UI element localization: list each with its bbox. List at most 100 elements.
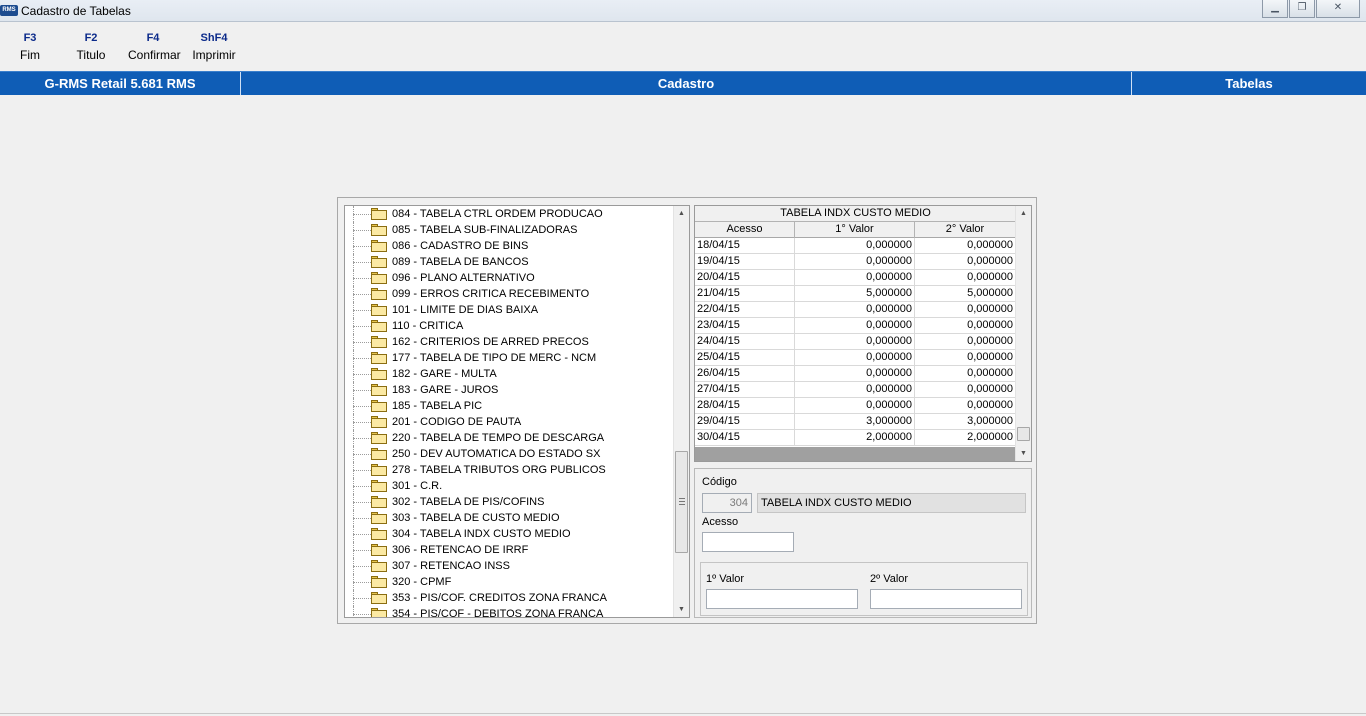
folder-icon [371,272,387,284]
table-row[interactable]: 24/04/15 0,000000 0,000000 [695,334,1016,350]
valor1-field[interactable] [706,589,858,609]
tree-item[interactable]: 086 - CADASTRO DE BINS [345,238,675,254]
scroll-up-icon[interactable]: ▲ [674,206,689,221]
restore-icon[interactable]: ❐ [1289,0,1315,18]
tree-item[interactable]: 085 - TABELA SUB-FINALIZADORAS [345,222,675,238]
scroll-down-icon[interactable]: ▼ [674,602,689,617]
table-row[interactable]: 19/04/15 0,000000 0,000000 [695,254,1016,270]
tree-item[interactable]: 320 - CPMF [345,574,675,590]
tree-item[interactable]: 096 - PLANO ALTERNATIVO [345,270,675,286]
cell-valor2: 0,000000 [915,270,1016,286]
tree-item[interactable]: 301 - C.R. [345,478,675,494]
tree-item[interactable]: 099 - ERROS CRITICA RECEBIMENTO [345,286,675,302]
tree-item-label: 301 - C.R. [392,480,443,492]
tree-item[interactable]: 084 - TABELA CTRL ORDEM PRODUCAO [345,206,675,222]
cell-valor1: 0,000000 [795,238,915,254]
grid-scrollbar[interactable]: ▲ ▼ [1015,206,1031,461]
folder-icon [371,208,387,220]
tree-item-label: 304 - TABELA INDX CUSTO MEDIO [392,528,571,540]
cell-acesso: 19/04/15 [695,254,795,270]
tree-item[interactable]: 250 - DEV AUTOMATICA DO ESTADO SX [345,446,675,462]
table-row[interactable]: 21/04/15 5,000000 5,000000 [695,286,1016,302]
fkey-titulo-button[interactable]: F2 Titulo [60,30,122,68]
edit-form: Código 304 TABELA INDX CUSTO MEDIO Acess… [694,468,1032,618]
tree-item[interactable]: 354 - PIS/COF - DEBITOS ZONA FRANCA [345,606,675,617]
tree-item[interactable]: 302 - TABELA DE PIS/COFINS [345,494,675,510]
cell-valor1: 3,000000 [795,414,915,430]
cell-acesso: 28/04/15 [695,398,795,414]
column-header-valor2[interactable]: 2° Valor [915,222,1016,238]
tree-item-label: 307 - RETENCAO INSS [392,560,510,572]
tree-item[interactable]: 089 - TABELA DE BANCOS [345,254,675,270]
fkey-fim-button[interactable]: F3 Fim [0,30,60,68]
tree-item[interactable]: 162 - CRITERIOS DE ARRED PRECOS [345,334,675,350]
fkey-confirmar-button[interactable]: F4 Confirmar [122,30,184,68]
table-row[interactable]: 22/04/15 0,000000 0,000000 [695,302,1016,318]
table-row[interactable]: 23/04/15 0,000000 0,000000 [695,318,1016,334]
table-row[interactable]: 29/04/15 3,000000 3,000000 [695,414,1016,430]
folder-icon [371,464,387,476]
tree-item[interactable]: 177 - TABELA DE TIPO DE MERC - NCM [345,350,675,366]
grid-title: TABELA INDX CUSTO MEDIO [695,206,1016,222]
valor2-field[interactable] [870,589,1022,609]
tree-item-label: 320 - CPMF [392,576,452,588]
cell-valor1: 0,000000 [795,270,915,286]
tables-tree[interactable]: 084 - TABELA CTRL ORDEM PRODUCAO 085 - TA… [344,205,690,618]
table-row[interactable]: 28/04/15 0,000000 0,000000 [695,398,1016,414]
fkey-label: Confirmar [128,48,181,62]
table-row[interactable]: 30/04/15 2,000000 2,000000 [695,430,1016,446]
folder-icon [371,224,387,236]
tree-scrollbar[interactable]: ▲ ▼ [673,206,689,617]
codigo-label: Código [702,476,737,488]
fkey-label: Fim [20,48,40,62]
tree-item[interactable]: 183 - GARE - JUROS [345,382,675,398]
scroll-down-icon[interactable]: ▼ [1016,446,1031,461]
folder-icon [371,576,387,588]
folder-icon [371,448,387,460]
tree-item[interactable]: 304 - TABELA INDX CUSTO MEDIO [345,526,675,542]
table-row[interactable]: 20/04/15 0,000000 0,000000 [695,270,1016,286]
column-header-valor1[interactable]: 1° Valor [795,222,915,238]
table-row[interactable]: 27/04/15 0,000000 0,000000 [695,382,1016,398]
scroll-up-icon[interactable]: ▲ [1016,206,1031,221]
codigo-field[interactable]: 304 [702,493,752,513]
tree-item-label: 086 - CADASTRO DE BINS [392,240,529,252]
column-header-acesso[interactable]: Acesso [695,222,795,238]
grid-header: Acesso 1° Valor 2° Valor [695,222,1016,238]
tree-item-label: 110 - CRITICA [392,320,464,332]
tree-item[interactable]: 278 - TABELA TRIBUTOS ORG PUBLICOS [345,462,675,478]
table-row[interactable]: 18/04/15 0,000000 0,000000 [695,238,1016,254]
cell-acesso: 21/04/15 [695,286,795,302]
tree-item[interactable]: 201 - CODIGO DE PAUTA [345,414,675,430]
tree-item[interactable]: 307 - RETENCAO INSS [345,558,675,574]
scroll-thumb[interactable] [1017,427,1030,441]
table-row[interactable]: 26/04/15 0,000000 0,000000 [695,366,1016,382]
folder-icon [371,592,387,604]
tree-item-label: 185 - TABELA PIC [392,400,483,412]
fkey-label: Titulo [76,48,106,62]
close-icon[interactable]: ✕ [1316,0,1360,18]
tree-item[interactable]: 303 - TABELA DE CUSTO MEDIO [345,510,675,526]
scroll-thumb[interactable] [675,451,688,553]
tree-item[interactable]: 353 - PIS/COF. CREDITOS ZONA FRANCA [345,590,675,606]
values-grid[interactable]: TABELA INDX CUSTO MEDIO Acesso 1° Valor … [694,205,1032,462]
cell-acesso: 25/04/15 [695,350,795,366]
table-row[interactable]: 25/04/15 0,000000 0,000000 [695,350,1016,366]
valor2-label: 2º Valor [870,573,909,585]
tree-item[interactable]: 220 - TABELA DE TEMPO DE DESCARGA [345,430,675,446]
tree-item[interactable]: 101 - LIMITE DE DIAS BAIXA [345,302,675,318]
minimize-icon[interactable]: ▁ [1262,0,1288,18]
tree-item[interactable]: 182 - GARE - MULTA [345,366,675,382]
fkey-imprimir-button[interactable]: ShF4 Imprimir [184,30,244,68]
tree-item[interactable]: 185 - TABELA PIC [345,398,675,414]
folder-icon [371,256,387,268]
cell-valor1: 0,000000 [795,334,915,350]
descricao-field: TABELA INDX CUSTO MEDIO [757,493,1026,513]
tree-item[interactable]: 306 - RETENCAO DE IRRF [345,542,675,558]
acesso-field[interactable] [702,532,794,552]
tree-item-label: 353 - PIS/COF. CREDITOS ZONA FRANCA [392,592,607,604]
cell-valor1: 0,000000 [795,382,915,398]
tree-item-label: 302 - TABELA DE PIS/COFINS [392,496,545,508]
valores-group: 1º Valor 2º Valor [700,562,1028,616]
tree-item[interactable]: 110 - CRITICA [345,318,675,334]
